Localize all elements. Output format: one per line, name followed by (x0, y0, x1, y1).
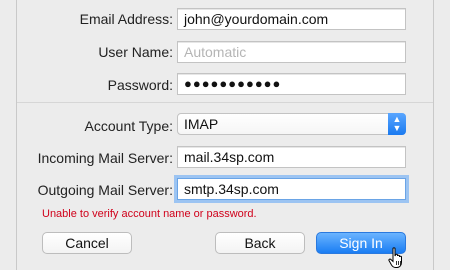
email-label: Email Address: (79, 11, 173, 27)
outgoing-server-field[interactable]: smtp.34sp.com (177, 178, 406, 200)
username-label: User Name: (98, 44, 173, 60)
hand-pointer-icon (388, 247, 402, 268)
account-type-value: IMAP (184, 116, 219, 132)
outgoing-server-label: Outgoing Mail Server: (37, 182, 173, 198)
section-divider (17, 102, 433, 103)
incoming-server-label: Incoming Mail Server: (37, 150, 173, 166)
password-label: Password: (107, 77, 173, 93)
up-down-chevron-icon: ▲ ▼ (388, 113, 406, 135)
sheet-left-edge (16, 0, 17, 270)
incoming-server-field[interactable]: mail.34sp.com (177, 146, 406, 168)
password-field[interactable]: ●●●●●●●●●●● (177, 73, 406, 95)
back-button[interactable]: Back (215, 232, 305, 254)
sheet-right-edge (433, 0, 434, 270)
account-type-popup[interactable]: IMAP ▲ ▼ (177, 113, 406, 135)
email-field[interactable]: john@yourdomain.com (177, 8, 406, 30)
username-field[interactable]: Automatic (177, 41, 406, 63)
error-message: Unable to verify account name or passwor… (42, 208, 257, 220)
account-type-label: Account Type: (84, 118, 173, 134)
account-setup-sheet: Email Address: john@yourdomain.com User … (0, 0, 450, 270)
cancel-button[interactable]: Cancel (42, 232, 132, 254)
